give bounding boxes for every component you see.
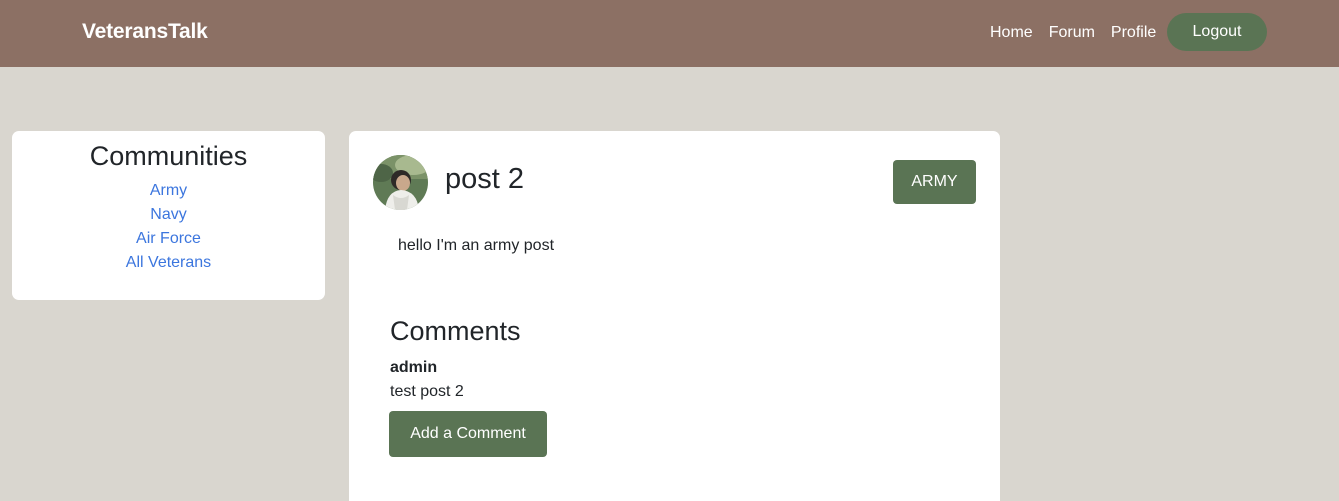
- nav-links: Home Forum Profile: [990, 24, 1172, 42]
- post-title: post 2: [445, 163, 524, 195]
- add-comment-button[interactable]: Add a Comment: [389, 411, 547, 457]
- community-link-all-veterans[interactable]: All Veterans: [12, 251, 325, 275]
- community-tag-button[interactable]: ARMY: [893, 160, 976, 204]
- comments-title: Comments: [390, 316, 521, 346]
- post-body: hello I'm an army post: [398, 237, 555, 254]
- comment-text: test post 2: [390, 383, 464, 400]
- communities-card: Communities Army Navy Air Force All Vete…: [12, 131, 325, 300]
- post-card: post 2 ARMY hello I'm an army post Comme…: [349, 131, 1000, 501]
- communities-title: Communities: [89, 141, 248, 171]
- user-avatar-icon: [373, 155, 428, 210]
- nav-link-profile[interactable]: Profile: [1111, 24, 1156, 42]
- nav-link-forum[interactable]: Forum: [1049, 24, 1095, 42]
- community-link-air-force[interactable]: Air Force: [12, 227, 325, 251]
- navbar: VeteransTalk Home Forum Profile Logout: [0, 0, 1339, 67]
- community-link-army[interactable]: Army: [12, 179, 325, 203]
- nav-link-home[interactable]: Home: [990, 24, 1033, 42]
- comment-author: admin: [390, 359, 438, 376]
- logout-button[interactable]: Logout: [1167, 13, 1267, 51]
- community-link-navy[interactable]: Navy: [12, 203, 325, 227]
- brand-logo[interactable]: VeteransTalk: [82, 20, 208, 44]
- communities-list: Army Navy Air Force All Veterans: [12, 179, 325, 275]
